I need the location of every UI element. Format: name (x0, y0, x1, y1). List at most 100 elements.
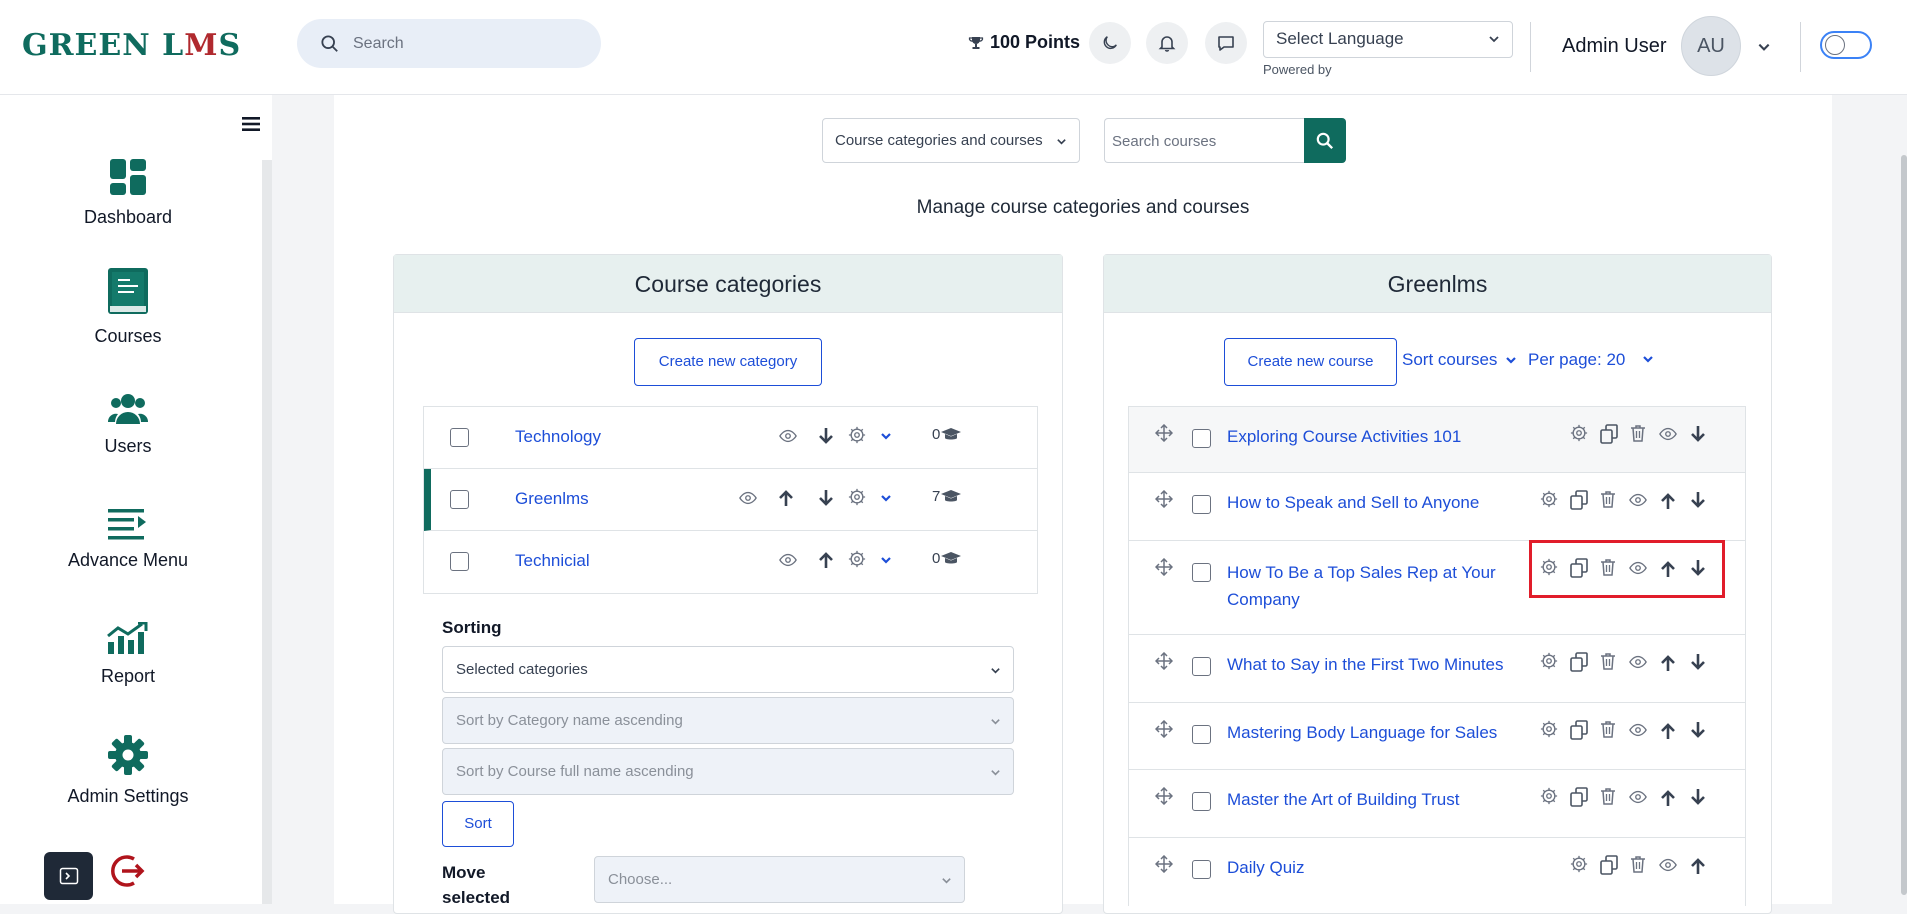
move-handle-icon[interactable] (1155, 855, 1173, 873)
sidebar-item-users[interactable]: Users (0, 392, 256, 457)
sidebar-scrollbar[interactable] (262, 160, 272, 904)
arrow-up-icon[interactable] (1660, 654, 1676, 672)
copy-icon[interactable] (1600, 855, 1618, 875)
create-course-button[interactable]: Create new course (1224, 338, 1397, 386)
logout-icon[interactable] (108, 851, 148, 891)
eye-icon[interactable] (1629, 655, 1647, 669)
gear-icon[interactable] (1540, 787, 1558, 805)
gear-icon[interactable] (1540, 652, 1558, 670)
sidebar-item-dashboard[interactable]: Dashboard (0, 157, 256, 228)
copy-icon[interactable] (1570, 787, 1588, 807)
view-mode-select[interactable]: Course categories and courses (822, 118, 1080, 163)
copy-icon[interactable] (1570, 490, 1588, 510)
user-name[interactable]: Admin User (1562, 35, 1666, 58)
chevron-down-icon[interactable] (1757, 40, 1771, 54)
avatar[interactable]: AU (1681, 16, 1741, 76)
eye-icon[interactable] (1659, 427, 1677, 441)
copy-icon[interactable] (1570, 720, 1588, 740)
row-checkbox[interactable] (1192, 563, 1211, 582)
row-checkbox[interactable] (1192, 657, 1211, 676)
course-link[interactable]: Exploring Course Activities 101 (1227, 427, 1461, 447)
gear-icon[interactable] (1540, 720, 1558, 738)
eye-icon[interactable] (1659, 858, 1677, 872)
language-select[interactable]: Select Language (1263, 21, 1513, 58)
trash-icon[interactable] (1600, 787, 1616, 805)
category-link[interactable]: Greenlms (515, 489, 589, 509)
chevron-down-icon[interactable] (880, 430, 892, 442)
eye-icon[interactable] (1629, 493, 1647, 507)
row-checkbox[interactable] (450, 552, 469, 571)
sort-courses-dropdown[interactable]: Sort courses (1402, 350, 1517, 370)
create-category-button[interactable]: Create new category (634, 338, 822, 386)
eye-icon[interactable] (1629, 723, 1647, 737)
arrow-down-icon[interactable] (1690, 721, 1706, 739)
sort-courses-select[interactable]: Sort by Course full name ascending (442, 748, 1014, 795)
gear-icon[interactable] (1570, 855, 1588, 873)
per-page-dropdown[interactable]: Per page: 20 (1528, 350, 1654, 370)
move-handle-icon[interactable] (1155, 558, 1173, 576)
search-courses-input[interactable]: Search courses (1104, 118, 1304, 163)
eye-icon[interactable] (1629, 790, 1647, 804)
copy-icon[interactable] (1600, 424, 1618, 444)
move-handle-icon[interactable] (1155, 787, 1173, 805)
arrow-down-icon[interactable] (1690, 491, 1706, 509)
arrow-up-icon[interactable] (778, 489, 794, 507)
course-link[interactable]: How to Speak and Sell to Anyone (1227, 493, 1479, 513)
gear-icon[interactable] (848, 550, 866, 568)
arrow-up-icon[interactable] (818, 551, 834, 569)
theme-toggle[interactable] (1820, 31, 1872, 59)
eye-icon[interactable] (779, 429, 797, 443)
app-logo[interactable]: GREEN LMS (22, 28, 241, 63)
sort-scope-select[interactable]: Selected categories (442, 646, 1014, 693)
arrow-up-icon[interactable] (1660, 722, 1676, 740)
eye-icon[interactable] (739, 491, 757, 505)
course-link[interactable]: What to Say in the First Two Minutes (1227, 655, 1504, 675)
sidebar-item-report[interactable]: Report (0, 622, 256, 687)
page-scrollbar[interactable] (1901, 155, 1907, 895)
course-link[interactable]: Mastering Body Language for Sales (1227, 723, 1497, 743)
category-link[interactable]: Technology (515, 427, 601, 447)
search-courses-button[interactable] (1304, 118, 1346, 163)
move-handle-icon[interactable] (1155, 652, 1173, 670)
sidebar-item-admin-settings[interactable]: Admin Settings (0, 734, 256, 807)
console-toggle-button[interactable] (44, 852, 93, 900)
arrow-up-icon[interactable] (1660, 492, 1676, 510)
arrow-down-icon[interactable] (1690, 653, 1706, 671)
row-checkbox[interactable] (1192, 860, 1211, 879)
move-handle-icon[interactable] (1155, 720, 1173, 738)
category-link[interactable]: Technicial (515, 551, 590, 571)
move-handle-icon[interactable] (1155, 490, 1173, 508)
arrow-down-icon[interactable] (1690, 788, 1706, 806)
sidebar-item-courses[interactable]: Courses (0, 266, 256, 347)
messages-button[interactable] (1205, 22, 1247, 64)
hamburger-icon[interactable] (242, 116, 260, 132)
arrow-down-icon[interactable] (1690, 425, 1706, 443)
row-checkbox[interactable] (1192, 495, 1211, 514)
eye-icon[interactable] (779, 553, 797, 567)
arrow-up-icon[interactable] (1660, 789, 1676, 807)
trash-icon[interactable] (1630, 424, 1646, 442)
gear-icon[interactable] (848, 426, 866, 444)
arrow-up-icon[interactable] (1690, 857, 1706, 875)
sort-button[interactable]: Sort (442, 801, 514, 847)
gear-icon[interactable] (1570, 424, 1588, 442)
row-checkbox[interactable] (1192, 725, 1211, 744)
global-search[interactable]: Search (297, 19, 601, 68)
course-link[interactable]: Master the Art of Building Trust (1227, 790, 1459, 810)
sidebar-item-advance-menu[interactable]: Advance Menu (0, 508, 256, 571)
gear-icon[interactable] (1540, 490, 1558, 508)
notifications-button[interactable] (1146, 22, 1188, 64)
sort-categories-select[interactable]: Sort by Category name ascending (442, 697, 1014, 744)
arrow-down-icon[interactable] (818, 489, 834, 507)
trash-icon[interactable] (1600, 720, 1616, 738)
arrow-down-icon[interactable] (818, 427, 834, 445)
trash-icon[interactable] (1600, 490, 1616, 508)
row-checkbox[interactable] (450, 428, 469, 447)
chevron-down-icon[interactable] (880, 492, 892, 504)
move-destination-select[interactable]: Choose... (594, 856, 965, 903)
copy-icon[interactable] (1570, 652, 1588, 672)
row-checkbox[interactable] (1192, 429, 1211, 448)
dark-mode-button[interactable] (1089, 22, 1131, 64)
trash-icon[interactable] (1630, 855, 1646, 873)
move-handle-icon[interactable] (1155, 424, 1173, 442)
